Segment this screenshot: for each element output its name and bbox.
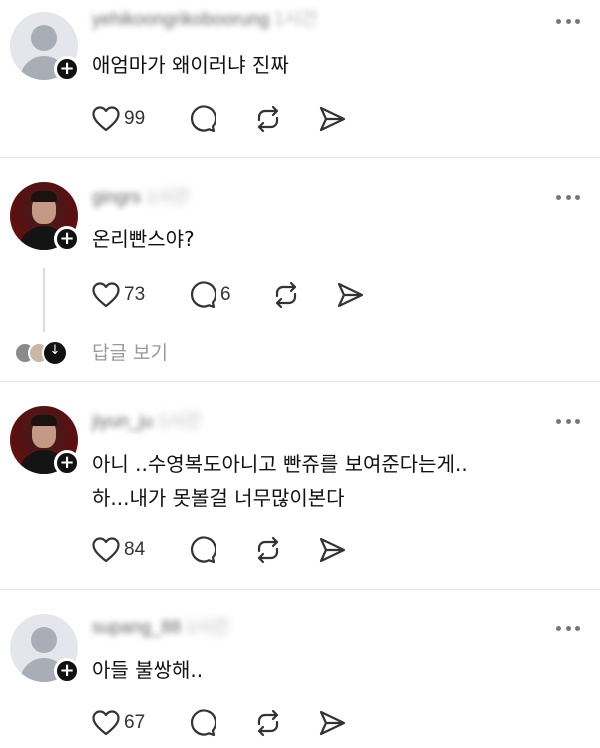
divider [0, 381, 600, 382]
chevron-down-icon: ↓ [42, 340, 68, 366]
repost-button[interactable] [254, 708, 318, 738]
comment-button[interactable]: 6 [188, 280, 272, 310]
view-replies-link[interactable]: 답글 보기 [92, 338, 168, 368]
share-button[interactable] [336, 280, 376, 310]
comment-button[interactable] [188, 708, 254, 738]
repost-button[interactable] [254, 104, 318, 134]
username[interactable]: yehikoongrikoboorung 1시간 [92, 10, 317, 28]
divider [0, 589, 600, 590]
action-bar: 67 [92, 708, 358, 738]
share-button[interactable] [318, 104, 358, 134]
follow-plus-icon[interactable]: + [54, 56, 80, 82]
repost-icon [257, 105, 279, 133]
follow-plus-icon[interactable]: + [54, 226, 80, 252]
comment-bubble-icon [191, 709, 216, 737]
comment-button[interactable] [188, 104, 254, 134]
more-options-icon[interactable] [556, 624, 580, 632]
like-count: 73 [124, 284, 146, 305]
more-options-icon[interactable] [556, 17, 580, 25]
comment-button[interactable] [188, 535, 254, 565]
repost-button[interactable] [254, 535, 318, 565]
post-text: 아니 ..수영복도아니고 빤쥬를 보여준다는게.. 하...내가 못볼걸 너무많… [92, 452, 468, 510]
like-count: 84 [124, 539, 146, 560]
more-options-icon[interactable] [556, 417, 580, 425]
send-icon [319, 106, 346, 132]
action-bar: 99 [92, 104, 358, 134]
heart-icon [92, 710, 120, 736]
send-icon [319, 710, 346, 736]
divider [0, 157, 600, 158]
avatar[interactable]: + [10, 182, 80, 252]
comment-bubble-icon [191, 281, 216, 309]
post-text: 온리빤스야? [92, 227, 195, 251]
like-count: 67 [124, 712, 146, 733]
follow-plus-icon[interactable]: + [54, 658, 80, 684]
heart-icon [92, 106, 120, 132]
heart-icon [92, 537, 120, 563]
like-button[interactable]: 84 [92, 535, 188, 565]
post-text: 애엄마가 왜이러냐 진짜 [92, 53, 289, 77]
repost-button[interactable] [272, 280, 336, 310]
avatar[interactable]: + [10, 12, 80, 82]
send-icon [319, 537, 346, 563]
post-text: 아들 불쌍해.. [92, 658, 204, 682]
repost-icon [257, 536, 279, 564]
heart-icon [92, 282, 120, 308]
like-button[interactable]: 67 [92, 708, 188, 738]
comment-count: 6 [220, 284, 231, 305]
avatar[interactable]: + [10, 614, 80, 684]
action-bar: 84 [92, 535, 358, 565]
comment-bubble-icon [191, 105, 216, 133]
send-icon [337, 282, 364, 308]
more-options-icon[interactable] [556, 193, 580, 201]
comment-bubble-icon [191, 536, 216, 564]
avatar[interactable]: + [10, 406, 80, 476]
share-button[interactable] [318, 535, 358, 565]
follow-plus-icon[interactable]: + [54, 450, 80, 476]
thread-line [43, 268, 45, 332]
username[interactable]: jiyun_ju 1시간 [92, 412, 201, 430]
share-button[interactable] [318, 708, 358, 738]
like-count: 99 [124, 108, 146, 129]
username[interactable]: supang_88 1시간 [92, 618, 229, 636]
action-bar: 73 6 [92, 280, 376, 310]
repost-icon [275, 281, 297, 309]
repost-icon [257, 709, 279, 737]
username[interactable]: gingrs 1시간 [92, 188, 189, 206]
reply-avatars[interactable]: ↓ [14, 338, 68, 368]
like-button[interactable]: 99 [92, 104, 188, 134]
like-button[interactable]: 73 [92, 280, 188, 310]
